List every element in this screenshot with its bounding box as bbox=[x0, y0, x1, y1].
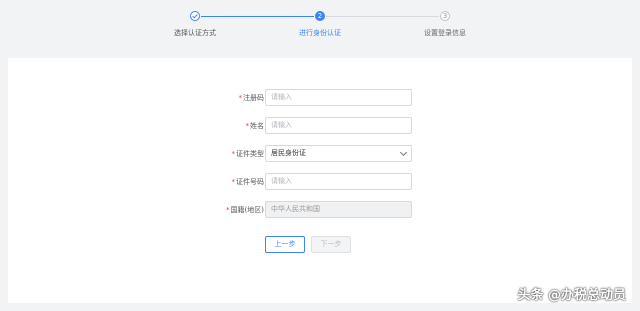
name-row: *姓名 请输入 bbox=[8, 117, 632, 135]
nationality-label: *国籍(地区) bbox=[226, 206, 264, 214]
id-type-row: *证件类型 居民身份证 bbox=[8, 145, 632, 163]
registration-code-row: *注册码 请输入 bbox=[8, 89, 632, 107]
step-2-indicator: 2 bbox=[315, 11, 325, 21]
step-3-indicator: 3 bbox=[440, 11, 450, 21]
chevron-down-icon bbox=[399, 148, 408, 157]
id-type-select[interactable]: 居民身份证 bbox=[265, 145, 412, 162]
name-label: *姓名 bbox=[245, 122, 265, 130]
next-step-button: 下一步 bbox=[311, 236, 351, 253]
id-number-label: *证件号码 bbox=[231, 178, 265, 186]
id-type-selected-value: 居民身份证 bbox=[271, 149, 306, 157]
registration-code-label: *注册码 bbox=[238, 94, 265, 102]
stepper: 2 3 选择认证方式 进行身份认证 设置登录信息 bbox=[0, 0, 640, 58]
step-3-label: 设置登录信息 bbox=[424, 29, 466, 37]
step-connector-1 bbox=[201, 16, 314, 17]
registration-code-input[interactable]: 请输入 bbox=[265, 89, 412, 106]
previous-step-button[interactable]: 上一步 bbox=[265, 236, 305, 253]
step-1-check-icon bbox=[190, 11, 200, 21]
watermark: 头条 @办税总动员 bbox=[517, 288, 626, 303]
nationality-input: 中华人民共和国 bbox=[265, 201, 412, 218]
name-input[interactable]: 请输入 bbox=[265, 117, 412, 134]
id-number-row: *证件号码 请输入 bbox=[8, 173, 632, 191]
identity-form-card: *注册码 请输入 *姓名 请输入 *证件类型 居民身份证 *证件号码 请输入 *… bbox=[8, 58, 632, 303]
id-number-input[interactable]: 请输入 bbox=[265, 173, 412, 190]
step-connector-2 bbox=[326, 16, 439, 17]
nationality-row: *国籍(地区) 中华人民共和国 bbox=[8, 201, 632, 219]
step-1-label: 选择认证方式 bbox=[174, 29, 216, 37]
step-2-label: 进行身份认证 bbox=[299, 29, 341, 37]
id-type-label: *证件类型 bbox=[231, 150, 265, 158]
